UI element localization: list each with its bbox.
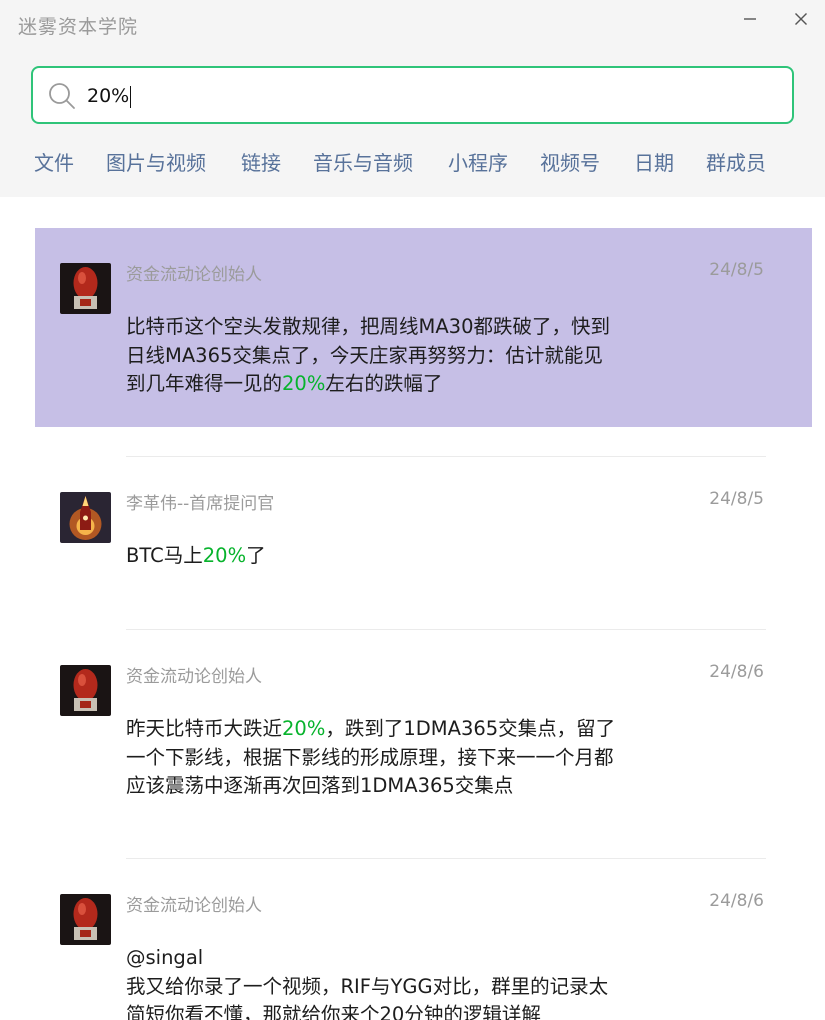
window-title: 迷雾资本学院 xyxy=(18,16,139,38)
text-caret xyxy=(130,85,132,108)
message-date: 24/8/6 xyxy=(709,662,764,682)
search-icon xyxy=(49,83,75,109)
message-line: 昨天比特币大跌近20%，跌到了1DMA365交集点，留了 xyxy=(126,715,666,744)
message-text: 简短你看不懂，那就给你来个20分钟的逻辑详解 xyxy=(126,1003,541,1020)
tab-date[interactable]: 日期 xyxy=(634,147,674,176)
message-line: 一个下影线，根据下影线的形成原理，接下来一一个月都 xyxy=(126,744,666,773)
message-text: 到几年难得一见的 xyxy=(126,372,283,395)
message-text: 左右的跌幅了 xyxy=(325,372,443,395)
message-text: ，跌到了1DMA365交集点，留了 xyxy=(325,717,616,740)
message-content: BTC马上20%了 xyxy=(126,542,666,571)
message-line: 日线MA365交集点了，今天庄家再努努力：估计就能见 xyxy=(126,342,666,371)
top-panel: 迷雾资本学院 20% 文件 图片与视频 链接 音乐与音频 小程序 视频号 日期 … xyxy=(0,0,825,197)
sender-name: 资金流动论创始人 xyxy=(126,265,262,285)
message-line: @singal xyxy=(126,944,666,973)
search-input[interactable]: 20% xyxy=(87,82,132,110)
tab-files[interactable]: 文件 xyxy=(34,147,74,176)
tab-mini-programs[interactable]: 小程序 xyxy=(448,147,508,176)
message-date: 24/8/5 xyxy=(709,260,764,280)
filter-tabs: 文件 图片与视频 链接 音乐与音频 小程序 视频号 日期 群成员 xyxy=(0,147,825,177)
message-line: 应该震荡中逐渐再次回落到1DMA365交集点 xyxy=(126,772,666,801)
message-line: 简短你看不懂，那就给你来个20分钟的逻辑详解 xyxy=(126,1001,666,1020)
message-text: 应该震荡中逐渐再次回落到1DMA365交集点 xyxy=(126,774,514,797)
sender-name: 资金流动论创始人 xyxy=(126,667,262,687)
minimize-icon xyxy=(744,18,756,20)
avatar[interactable] xyxy=(60,492,111,543)
sender-name: 资金流动论创始人 xyxy=(126,896,262,916)
message-line: BTC马上20%了 xyxy=(126,542,666,571)
tab-links[interactable]: 链接 xyxy=(241,147,281,176)
message-text: 我又给你录了一个视频，RIF与YGG对比，群里的记录太 xyxy=(126,974,609,998)
search-box[interactable]: 20% xyxy=(31,66,794,124)
minimize-button[interactable] xyxy=(735,6,765,32)
search-result-item[interactable]: 李革伟--首席提问官 24/8/5 BTC马上20%了 xyxy=(35,457,812,629)
message-text: 昨天比特币大跌近 xyxy=(126,717,283,740)
avatar[interactable] xyxy=(60,263,111,314)
avatar[interactable] xyxy=(60,665,111,716)
message-content: 昨天比特币大跌近20%，跌到了1DMA365交集点，留了 一个下影线，根据下影线的… xyxy=(126,715,666,801)
message-text: 了 xyxy=(246,544,266,567)
match-highlight: 20% xyxy=(282,372,326,395)
message-line: 比特币这个空头发散规律，把周线MA30都跌破了，快到 xyxy=(126,313,666,342)
message-line: 我又给你录了一个视频，RIF与YGG对比，群里的记录太 xyxy=(126,973,666,1002)
tab-music-audio[interactable]: 音乐与音频 xyxy=(313,147,413,176)
close-icon xyxy=(795,13,807,25)
tab-channels[interactable]: 视频号 xyxy=(540,147,600,176)
sender-name: 李革伟--首席提问官 xyxy=(126,494,275,514)
avatar[interactable] xyxy=(60,894,111,945)
message-date: 24/8/6 xyxy=(709,891,764,911)
search-result-item[interactable]: 资金流动论创始人 24/8/5 比特币这个空头发散规律，把周线MA30都跌破了，… xyxy=(35,228,812,427)
rocket-avatar-icon xyxy=(60,492,111,543)
message-line: 到几年难得一见的20%左右的跌幅了 xyxy=(126,370,666,399)
red-seal-avatar-icon xyxy=(60,894,111,945)
message-date: 24/8/5 xyxy=(709,489,764,509)
search-result-item[interactable]: 资金流动论创始人 24/8/6 昨天比特币大跌近20%，跌到了1DMA365交集… xyxy=(35,630,812,858)
message-text: BTC马上 xyxy=(126,544,203,567)
match-highlight: 20% xyxy=(282,717,326,740)
search-query: 20% xyxy=(87,85,130,107)
message-content: @singal 我又给你录了一个视频，RIF与YGG对比，群里的记录太简短你看不懂… xyxy=(126,944,666,1020)
close-button[interactable] xyxy=(786,6,816,32)
message-content: 比特币这个空头发散规律，把周线MA30都跌破了，快到 日线MA365交集点了，今天… xyxy=(126,313,666,399)
match-highlight: 20% xyxy=(202,544,247,567)
message-text: 比特币这个空头发散规律，把周线MA30都跌破了，快到 xyxy=(126,315,610,338)
message-text: 日线MA365交集点了，今天庄家再努努力：估计就能见 xyxy=(126,343,603,367)
tab-images-videos[interactable]: 图片与视频 xyxy=(106,147,206,176)
message-text: @singal xyxy=(126,946,204,969)
tab-group-members[interactable]: 群成员 xyxy=(706,147,766,176)
search-result-item[interactable]: 资金流动论创始人 24/8/6 @singal 我又给你录了一个视频，RIF与YG… xyxy=(35,859,812,1020)
red-seal-avatar-icon xyxy=(60,263,111,314)
red-seal-avatar-icon xyxy=(60,665,111,716)
message-text: 一个下影线，根据下影线的形成原理，接下来一一个月都 xyxy=(126,745,614,769)
